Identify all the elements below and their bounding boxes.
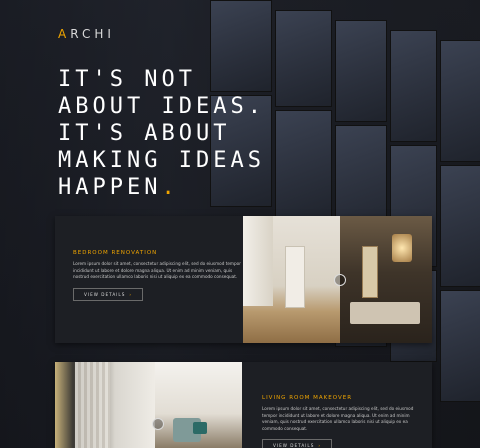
chevron-right-icon: › <box>318 443 322 448</box>
view-details-label: VIEW DETAILS <box>84 291 126 297</box>
headline-line-3: IT'S ABOUT <box>58 121 231 146</box>
living-room-photo-2 <box>155 362 242 448</box>
bedroom-photo-1 <box>243 216 340 343</box>
headline-line-5-text: HAPPEN <box>58 175 162 200</box>
window-pane <box>440 165 480 287</box>
headline-line-5: HAPPEN. <box>58 174 318 201</box>
project-card-text: LIVING ROOM MAKEOVER Lorem ipsum dolor s… <box>262 395 422 448</box>
view-details-label: VIEW DETAILS <box>273 443 315 448</box>
window-pane <box>335 20 387 122</box>
project-title: LIVING ROOM MAKEOVER <box>262 395 353 401</box>
project-description: Lorem ipsum dolor sit amet, consectetur … <box>73 261 241 279</box>
gallery-nav-dot[interactable] <box>152 418 164 430</box>
logo-text: RCHI <box>70 27 115 41</box>
headline-line-4: MAKING IDEAS <box>58 148 265 173</box>
brand-logo[interactable]: ARCHI <box>58 27 115 41</box>
view-details-button[interactable]: VIEW DETAILS › <box>73 287 144 301</box>
headline-accent-dot: . <box>161 175 179 200</box>
window-pane <box>390 30 437 142</box>
project-description: Lorem ipsum dolor sit amet, consectetur … <box>262 406 414 431</box>
logo-accent-letter: A <box>58 27 71 41</box>
bedroom-photo-2 <box>340 216 432 343</box>
living-room-photo-1 <box>55 362 155 448</box>
headline-line-2: ABOUT IDEAS. <box>58 94 265 119</box>
window-pane <box>440 290 480 402</box>
window-pane <box>440 40 480 162</box>
project-title: BEDROOM RENOVATION <box>73 250 158 256</box>
hero-headline: IT'S NOT ABOUT IDEAS. IT'S ABOUT MAKING … <box>58 66 318 201</box>
project-card-text: BEDROOM RENOVATION Lorem ipsum dolor sit… <box>73 250 243 301</box>
gallery-nav-dot[interactable] <box>334 274 346 286</box>
project-card-bedroom: BEDROOM RENOVATION Lorem ipsum dolor sit… <box>55 216 432 343</box>
view-details-button[interactable]: VIEW DETAILS › <box>262 439 333 448</box>
chevron-right-icon: › <box>129 291 133 297</box>
project-card-living-room: LIVING ROOM MAKEOVER Lorem ipsum dolor s… <box>55 362 432 448</box>
headline-line-1: IT'S NOT <box>58 67 196 92</box>
